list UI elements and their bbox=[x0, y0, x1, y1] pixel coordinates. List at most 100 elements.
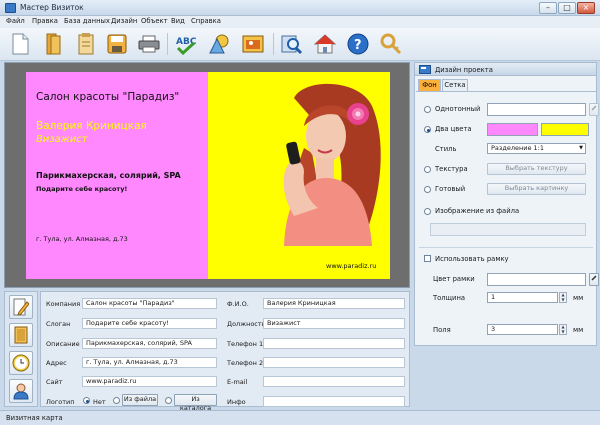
menu-file[interactable]: Файл bbox=[6, 17, 25, 25]
image-from-file-label: Изображение из файла bbox=[435, 207, 520, 215]
logo-from-catalog-radio[interactable] bbox=[165, 397, 172, 404]
select-texture-button[interactable]: Выбрать текстуру bbox=[487, 163, 586, 175]
help-icon[interactable]: ? bbox=[346, 31, 370, 57]
margins-input[interactable]: 3 bbox=[487, 324, 558, 335]
card-description[interactable]: Парикмахерская, солярий, SPA bbox=[36, 171, 181, 180]
email-label: E-mail bbox=[227, 378, 248, 386]
card-slogan[interactable]: Подарите себе красоту! bbox=[36, 185, 127, 193]
print-icon[interactable] bbox=[137, 31, 161, 57]
select-picture-button[interactable]: Выбрать картинку bbox=[487, 183, 586, 195]
menu-bar: Файл Правка База данных Дизайн Объект Ви… bbox=[0, 16, 600, 28]
menu-help[interactable]: Справка bbox=[191, 17, 221, 25]
clock-icon[interactable] bbox=[9, 351, 33, 375]
solid-color-picker-icon[interactable] bbox=[589, 103, 599, 116]
design-panel: Дизайн проекта Фон Сетка Однотонный Два … bbox=[414, 62, 599, 346]
logo-none-label: Нет bbox=[93, 398, 106, 406]
solid-label: Однотонный bbox=[435, 105, 481, 113]
minimize-button[interactable]: – bbox=[539, 2, 557, 14]
logo-from-catalog-button[interactable]: Из каталога bbox=[174, 394, 217, 412]
ready-radio[interactable] bbox=[424, 186, 431, 193]
shapes-icon[interactable] bbox=[207, 31, 231, 57]
new-document-icon[interactable] bbox=[8, 31, 32, 57]
menu-view[interactable]: Вид bbox=[171, 17, 185, 25]
card-address[interactable]: г. Тула, ул. Алмазная, д.73 bbox=[36, 235, 128, 243]
side-toolbar bbox=[4, 291, 38, 407]
design-panel-icon bbox=[419, 65, 431, 74]
save-icon[interactable] bbox=[105, 31, 129, 57]
texture-radio[interactable] bbox=[424, 166, 431, 173]
card-position[interactable]: Визажист bbox=[36, 134, 88, 145]
frame-color-label: Цвет рамки bbox=[433, 275, 475, 283]
slogan-field[interactable]: Подарите себе красоту! bbox=[82, 318, 217, 329]
logo-from-file-button[interactable]: Из файла bbox=[122, 394, 158, 406]
image-file-path-field[interactable] bbox=[430, 223, 586, 236]
app-icon bbox=[5, 3, 16, 13]
maximize-button[interactable]: □ bbox=[558, 2, 576, 14]
style-select-value: Разделение 1:1 bbox=[491, 144, 545, 152]
card-name[interactable]: Валерия Криницкая bbox=[36, 120, 147, 132]
toolbar-separator bbox=[273, 33, 274, 55]
edit-text-icon[interactable] bbox=[9, 295, 33, 319]
settings-icon[interactable] bbox=[379, 31, 403, 57]
site-field[interactable]: www.paradiz.ru bbox=[82, 376, 217, 387]
fio-label: Ф.И.О. bbox=[227, 300, 249, 308]
phone2-field[interactable] bbox=[263, 357, 405, 368]
frame-color-swatch[interactable] bbox=[487, 273, 586, 286]
business-card[interactable]: Салон красоты "Парадиз" Валерия Криницка… bbox=[26, 72, 390, 279]
address-field[interactable]: г. Тула, ул. Алмазная, д.73 bbox=[82, 357, 217, 368]
email-field[interactable] bbox=[263, 376, 405, 387]
position-field[interactable]: Визажист bbox=[263, 318, 405, 329]
margins-stepper[interactable]: ▲ ▼ bbox=[559, 324, 567, 335]
tab-background[interactable]: Фон bbox=[418, 79, 441, 91]
site-label: Сайт bbox=[46, 378, 63, 386]
logo-label: Логотип bbox=[46, 398, 75, 406]
chevron-down-icon[interactable]: ▼ bbox=[577, 144, 585, 153]
margins-label: Поля bbox=[433, 326, 451, 334]
card-details-form: Компания Салон красоты "Парадиз" Слоган … bbox=[40, 291, 410, 412]
two-colors-radio[interactable] bbox=[424, 126, 431, 133]
style-select[interactable]: Разделение 1:1 bbox=[487, 143, 586, 154]
toolbar: ABC ? bbox=[0, 28, 600, 61]
phone1-label: Телефон 1 bbox=[227, 340, 264, 348]
thickness-stepper[interactable]: ▲ ▼ bbox=[559, 292, 567, 303]
contacts-icon[interactable] bbox=[9, 379, 33, 403]
close-button[interactable]: × bbox=[577, 2, 595, 14]
logo-from-file-radio[interactable] bbox=[113, 397, 120, 404]
thickness-unit: мм bbox=[573, 294, 584, 302]
phone1-field[interactable] bbox=[263, 338, 405, 349]
style-label: Стиль bbox=[435, 145, 457, 153]
tab-grid[interactable]: Сетка bbox=[442, 79, 468, 91]
section-divider bbox=[419, 247, 593, 248]
solid-radio[interactable] bbox=[424, 106, 431, 113]
logo-none-radio[interactable] bbox=[83, 397, 90, 404]
zoom-icon[interactable] bbox=[280, 31, 304, 57]
fio-field[interactable]: Валерия Криницкая bbox=[263, 298, 405, 309]
description-field[interactable]: Парикмахерская, солярий, SPA bbox=[82, 338, 217, 349]
card-site[interactable]: www.paradiz.ru bbox=[326, 262, 376, 270]
spell-check-icon[interactable]: ABC bbox=[174, 31, 198, 57]
color2-swatch[interactable] bbox=[541, 123, 589, 136]
menu-design[interactable]: Дизайн bbox=[111, 17, 137, 25]
image-icon[interactable] bbox=[241, 31, 265, 57]
menu-edit[interactable]: Правка bbox=[32, 17, 58, 25]
solid-color-swatch[interactable] bbox=[487, 103, 586, 116]
card-company[interactable]: Салон красоты "Парадиз" bbox=[36, 91, 179, 103]
status-text: Визитная карта bbox=[6, 414, 63, 422]
open-folder-icon[interactable] bbox=[41, 31, 65, 57]
company-field[interactable]: Салон красоты "Парадиз" bbox=[82, 298, 217, 309]
home-icon[interactable] bbox=[313, 31, 337, 57]
phone2-label: Телефон 2 bbox=[227, 359, 264, 367]
use-frame-checkbox[interactable] bbox=[424, 255, 431, 262]
color1-swatch[interactable] bbox=[487, 123, 538, 136]
thickness-input[interactable]: 1 bbox=[487, 292, 558, 303]
menu-object[interactable]: Объект bbox=[141, 17, 168, 25]
image-from-file-radio[interactable] bbox=[424, 208, 431, 215]
info-field[interactable] bbox=[263, 396, 405, 407]
card-photo[interactable] bbox=[264, 78, 388, 246]
templates-icon[interactable] bbox=[74, 31, 98, 57]
status-bar: Визитная карта bbox=[0, 410, 600, 425]
texture-label: Текстура bbox=[435, 165, 468, 173]
menu-database[interactable]: База данных bbox=[64, 17, 110, 25]
notebook-icon[interactable] bbox=[9, 323, 33, 347]
frame-color-picker-icon[interactable] bbox=[589, 273, 599, 286]
